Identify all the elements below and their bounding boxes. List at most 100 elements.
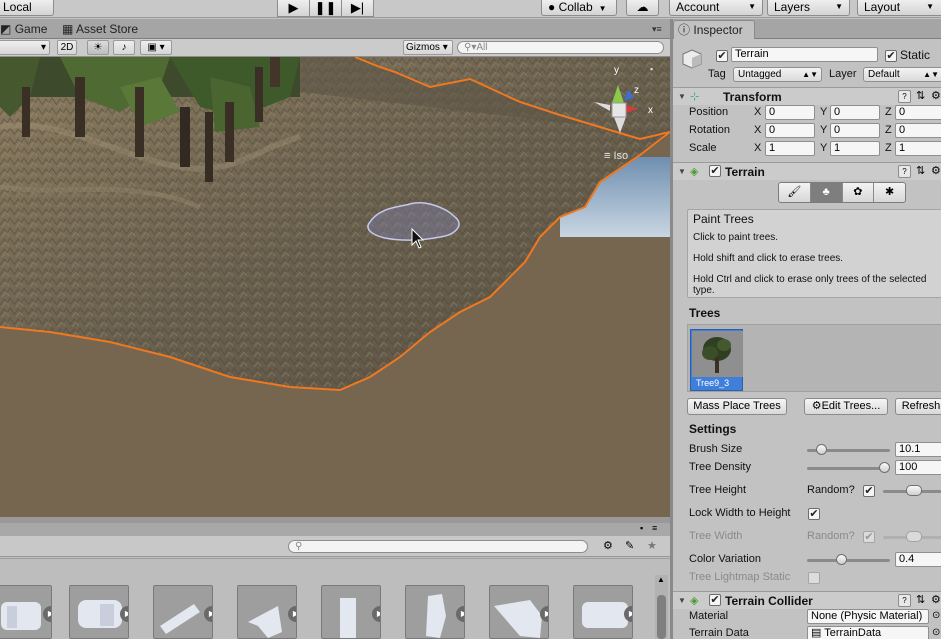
preset-icon[interactable]: ⇅ xyxy=(916,164,925,177)
color-variation-slider[interactable] xyxy=(807,559,890,562)
color-variation-slider-thumb[interactable] xyxy=(835,554,847,565)
lock-width-checkbox[interactable]: ✔ xyxy=(808,508,820,520)
scroll-up-icon[interactable]: ▲ xyxy=(657,575,665,584)
object-picker-icon[interactable]: ⊙ xyxy=(932,627,940,638)
lock-icon[interactable]: ▪ xyxy=(650,64,653,74)
z-label[interactable]: Z xyxy=(885,124,892,136)
tab-inspector[interactable]: ⓘ Inspector xyxy=(673,20,755,39)
asset-thumbnail[interactable]: ▶ xyxy=(0,585,52,639)
collab-button[interactable]: ● Collab ▼ xyxy=(541,0,617,16)
tree-density-field[interactable]: 100 xyxy=(895,460,941,475)
paint-texture-tool[interactable]: 🖌 xyxy=(779,183,811,202)
terrain-data-field[interactable]: ▤ TerrainData xyxy=(807,626,929,639)
asset-thumbnail[interactable]: ▶ xyxy=(321,585,381,639)
x-field[interactable]: 0 xyxy=(765,105,815,120)
play-icon[interactable]: ▶ xyxy=(43,606,51,622)
terrain-header[interactable]: ▼ ◈ ✔ Terrain ? ⇅ ⚙ xyxy=(673,162,941,180)
panel-menu-icon[interactable]: ▾≡ xyxy=(652,24,662,35)
asset-thumbnail[interactable]: ▶ xyxy=(69,585,129,639)
z-field[interactable]: 0 xyxy=(895,105,941,120)
tree-density-slider-thumb[interactable] xyxy=(879,462,890,473)
star-icon[interactable]: ★ xyxy=(647,539,657,552)
color-variation-field[interactable]: 0.4 xyxy=(895,552,941,567)
transform-header[interactable]: ▼ ⊹ Transform ? ⇅ ⚙ xyxy=(673,87,941,105)
x-label[interactable]: X xyxy=(754,124,761,136)
y-label[interactable]: Y xyxy=(820,124,827,136)
z-label[interactable]: Z xyxy=(885,106,892,118)
y-field[interactable]: 0 xyxy=(830,123,880,138)
gear-icon[interactable]: ⚙ xyxy=(931,593,941,606)
y-field[interactable]: 1 xyxy=(830,141,880,156)
y-label[interactable]: Y xyxy=(820,142,827,154)
terrain-collider-header[interactable]: ▼ ◈ ✔ Terrain Collider ? ⇅ ⚙ xyxy=(673,591,941,609)
tag-dropdown[interactable]: Untagged ▲▼ xyxy=(733,67,822,82)
paint-trees-tool[interactable]: ♣ xyxy=(810,183,843,202)
object-picker-icon[interactable]: ⊙ xyxy=(932,610,940,621)
mass-place-button[interactable]: Mass Place Trees xyxy=(687,398,787,415)
scene-search-input[interactable]: ⚲▾All xyxy=(457,41,664,54)
asset-thumbnail[interactable]: ▶ xyxy=(489,585,549,639)
preset-icon[interactable]: ⇅ xyxy=(916,89,925,102)
asset-thumbnail[interactable]: ▶ xyxy=(405,585,465,639)
tab-asset-store[interactable]: ▦ Asset Store xyxy=(58,20,146,39)
scrollbar[interactable]: ▲ xyxy=(655,575,668,639)
shading-mode-dropdown[interactable]: ▾ xyxy=(0,40,50,55)
gizmos-dropdown[interactable]: Gizmos ▾ xyxy=(403,40,453,55)
step-button[interactable]: ▶| xyxy=(341,0,374,17)
asset-thumbnail[interactable]: ▶ xyxy=(237,585,297,639)
lighting-toggle[interactable]: ☀ xyxy=(87,40,109,55)
local-button[interactable]: Local xyxy=(0,0,54,16)
panel-menu-icon[interactable]: ≡ xyxy=(652,523,657,533)
play-icon[interactable]: ▶ xyxy=(624,606,632,622)
tree-prototype-item[interactable]: Tree9_3 xyxy=(690,329,743,391)
object-name-field[interactable]: Terrain xyxy=(731,47,878,62)
lock-icon[interactable]: ▪ xyxy=(640,523,643,533)
asset-thumbnail[interactable]: ▶ xyxy=(153,585,213,639)
layer-dropdown[interactable]: Default ▲▼ xyxy=(863,67,941,82)
play-icon[interactable]: ▶ xyxy=(456,606,464,622)
foldout-icon[interactable]: ▼ xyxy=(678,596,686,605)
y-field[interactable]: 0 xyxy=(830,105,880,120)
terrain-enabled-checkbox[interactable]: ✔ xyxy=(709,165,721,177)
z-field[interactable]: 0 xyxy=(895,123,941,138)
play-icon[interactable]: ▶ xyxy=(540,606,548,622)
y-label[interactable]: Y xyxy=(820,106,827,118)
orientation-gizmo[interactable]: y z x ▪ xyxy=(594,64,654,155)
z-field[interactable]: 1 xyxy=(895,141,941,156)
z-label[interactable]: Z xyxy=(885,142,892,154)
collider-enabled-checkbox[interactable]: ✔ xyxy=(709,594,721,606)
layers-button[interactable]: Layers ▼ xyxy=(767,0,850,16)
layout-button[interactable]: Layout ▼ xyxy=(857,0,941,16)
gear-icon[interactable]: ⚙ xyxy=(931,164,941,177)
material-field[interactable]: None (Physic Material) xyxy=(807,609,929,624)
projection-toggle[interactable]: ≡ Iso xyxy=(604,150,628,162)
play-icon[interactable]: ▶ xyxy=(120,606,128,622)
foldout-icon[interactable]: ▼ xyxy=(678,167,686,176)
cloud-button[interactable]: ☁ xyxy=(626,0,659,16)
x-field[interactable]: 0 xyxy=(765,123,815,138)
gear-icon[interactable]: ⚙ xyxy=(931,89,941,102)
static-checkbox[interactable]: ✔ xyxy=(885,50,897,62)
help-icon[interactable]: ? xyxy=(898,90,911,103)
mode-2d-button[interactable]: 2D xyxy=(57,40,77,55)
preset-icon[interactable]: ⇅ xyxy=(916,593,925,606)
filter-type-icon[interactable]: ⚙ xyxy=(603,539,613,552)
tree-height-random-checkbox[interactable]: ✔ xyxy=(863,485,875,497)
scene-view[interactable]: y z x ▪ ≡ Iso xyxy=(0,57,670,517)
x-field[interactable]: 1 xyxy=(765,141,815,156)
play-icon[interactable]: ▶ xyxy=(372,606,380,622)
play-icon[interactable]: ▶ xyxy=(288,606,296,622)
help-icon[interactable]: ? xyxy=(898,594,911,607)
x-label[interactable]: X xyxy=(754,142,761,154)
edit-trees-button[interactable]: ⚙Edit Trees... xyxy=(804,398,888,415)
label-icon[interactable]: ✎ xyxy=(625,539,634,552)
foldout-icon[interactable]: ▼ xyxy=(678,92,686,101)
paint-details-tool[interactable]: ✿ xyxy=(843,183,875,202)
asset-thumbnail[interactable]: ▶ xyxy=(573,585,633,639)
tree-height-range-thumb[interactable] xyxy=(906,485,922,496)
project-search-input[interactable]: ⚲ xyxy=(288,540,588,553)
tab-game[interactable]: ◩ Game xyxy=(0,20,55,39)
terrain-settings-tool[interactable]: ✱ xyxy=(874,183,905,202)
x-label[interactable]: X xyxy=(754,106,761,118)
play-button[interactable]: ▶ xyxy=(277,0,310,17)
